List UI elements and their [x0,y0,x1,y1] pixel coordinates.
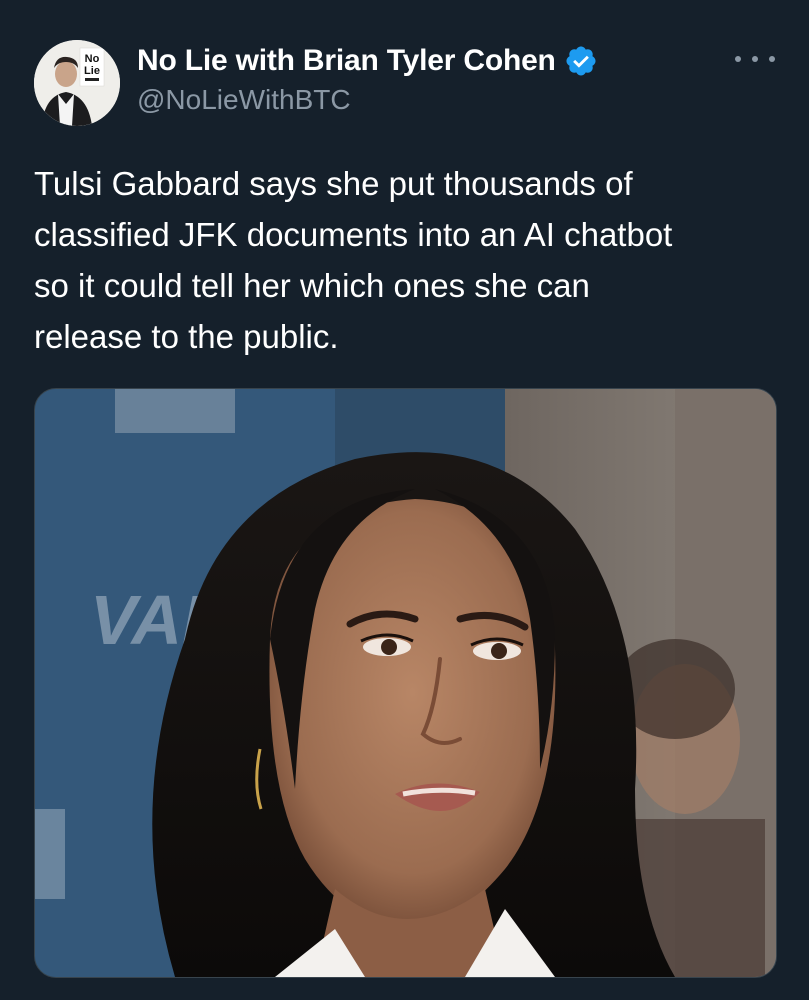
more-dot-3 [769,56,775,62]
more-dot-2 [752,56,758,62]
photo-illustration: VAN [35,389,776,977]
tweet-card: No Lie No Lie with Brian Tyler Cohen @No… [0,0,809,1000]
author-handle[interactable]: @NoLieWithBTC [137,84,598,116]
more-dot-1 [735,56,741,62]
tweet-media-photo[interactable]: VAN [34,388,777,978]
avatar-logo-line1: No [85,53,100,65]
author-info: No Lie with Brian Tyler Cohen @NoLieWith… [137,42,598,116]
avatar-logo-line2: Lie [84,65,100,77]
tweet-text: Tulsi Gabbard says she put thousands of … [34,165,673,355]
more-options-button[interactable] [735,44,775,74]
name-row: No Lie with Brian Tyler Cohen [137,42,598,80]
author-avatar[interactable]: No Lie [34,40,120,126]
avatar-image: No Lie [34,40,120,126]
author-display-name[interactable]: No Lie with Brian Tyler Cohen [137,44,556,78]
verified-badge-icon[interactable] [564,44,598,78]
